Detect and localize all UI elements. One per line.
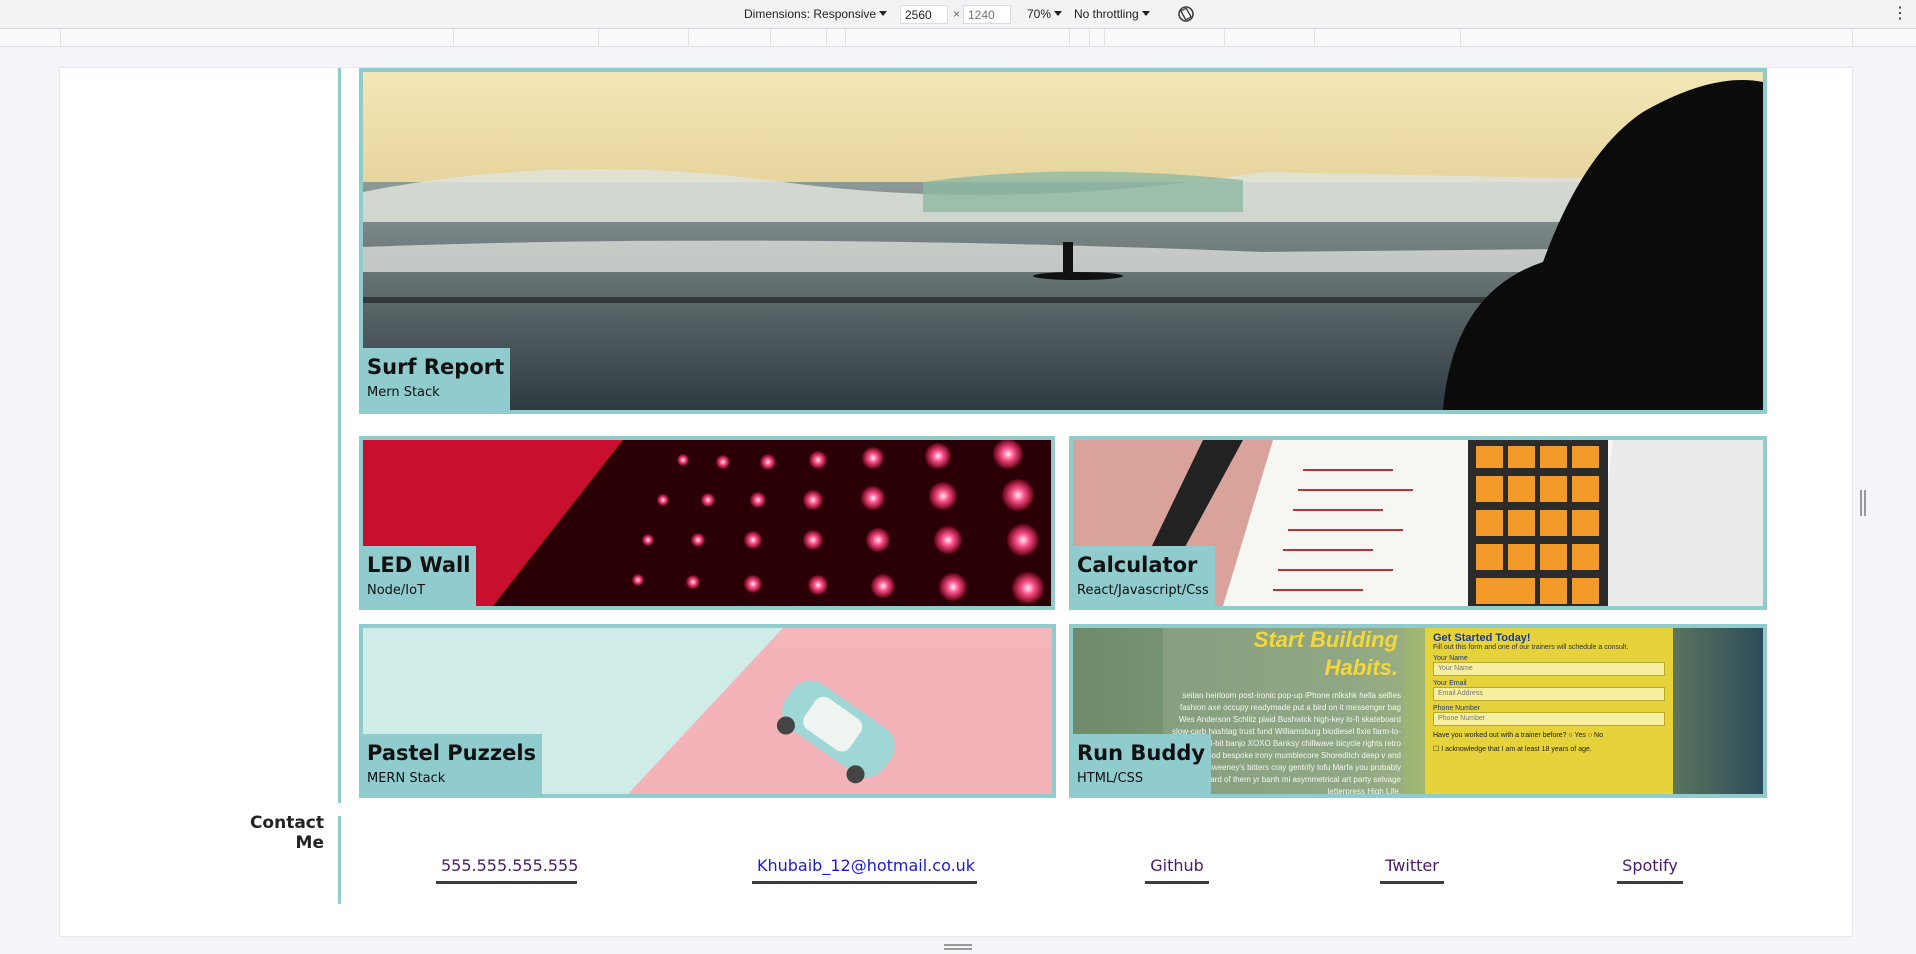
throttling-dropdown[interactable]: No throttling [1074, 7, 1150, 21]
dimensions-dropdown[interactable]: Dimensions: Responsive [744, 7, 888, 21]
rotate-icon[interactable] [1176, 4, 1196, 27]
project-card-led-wall[interactable]: LED Wall Node/IoT [359, 436, 1055, 610]
rb-form-sub: Fill out this form and one of our traine… [1433, 644, 1629, 651]
project-title: Surf Report [367, 355, 505, 379]
rb-question: Have you worked out with a trainer befor… [1433, 732, 1603, 739]
project-title: Pastel Puzzels [367, 741, 537, 765]
height-input[interactable] [963, 5, 1011, 24]
surf-image [363, 72, 1763, 410]
project-title: Calculator [1077, 553, 1198, 577]
right-resize-handle[interactable] [1860, 490, 1866, 516]
project-title: LED Wall [367, 553, 471, 577]
project-label: Run Buddy HTML/CSS [1073, 734, 1212, 794]
times-sign: × [953, 7, 961, 21]
zoom-label: 70% [1027, 7, 1052, 21]
throttling-label: No throttling [1074, 7, 1139, 21]
project-label: Calculator React/Javascript/Css [1073, 546, 1215, 606]
page-viewport: Surf Report Node/IoT Mern Stack LED Wall… [60, 68, 1852, 936]
rb-name-field: Your Name [1433, 662, 1665, 676]
rb-email-field: Email Address [1433, 687, 1665, 701]
project-stack: Node/IoT [367, 583, 426, 598]
rb-headline-1: Start Building [1253, 627, 1398, 652]
zoom-dropdown[interactable]: 70% [1027, 7, 1063, 21]
project-card-pastel-puzzels[interactable]: Pastel Puzzels MERN Stack [359, 624, 1056, 798]
project-stack: MERN Stack [367, 771, 446, 786]
width-input[interactable] [900, 5, 948, 24]
project-stack: HTML/CSS [1077, 771, 1144, 786]
rb-headline-2: Habits. [1324, 655, 1398, 680]
project-label: Pastel Puzzels MERN Stack [363, 734, 543, 794]
rb-name-label: Your Name [1433, 655, 1468, 662]
rb-ack: ☐ I acknowledge that I am at least 18 ye… [1433, 746, 1592, 753]
chevron-down-icon [1054, 11, 1063, 16]
more-vertical-icon[interactable]: ⋮ [1892, 3, 1908, 23]
project-label: Surf Report Node/IoT Mern Stack [363, 348, 511, 410]
section-divider [338, 68, 341, 803]
chevron-down-icon [879, 11, 888, 16]
contact-email-link[interactable]: Khubaib_12@hotmail.co.uk [752, 856, 977, 884]
project-card-calculator[interactable]: Calculator React/Javascript/Css [1069, 436, 1767, 610]
rb-form-title: Get Started Today! [1433, 632, 1531, 644]
contact-github-link[interactable]: Github [1145, 856, 1209, 884]
rb-phone-label: Phone Number [1433, 705, 1481, 712]
rb-phone-field: Phone Number [1433, 712, 1665, 726]
project-title: Run Buddy [1077, 741, 1206, 765]
dimensions-label: Dimensions: Responsive [744, 7, 877, 21]
project-stack: Mern Stack [367, 385, 440, 400]
contact-phone-link[interactable]: 555.555.555.555 [436, 856, 578, 884]
project-card-surf-report[interactable]: Surf Report Node/IoT Mern Stack [359, 68, 1767, 414]
contact-title: Contact Me [249, 813, 324, 853]
media-query-ruler [0, 29, 1916, 47]
contact-spotify-link[interactable]: Spotify [1617, 856, 1683, 884]
contact-twitter-link[interactable]: Twitter [1380, 856, 1444, 884]
project-card-run-buddy[interactable]: Start Building Habits. seitan heirloom p… [1069, 624, 1767, 798]
project-label: LED Wall Node/IoT [363, 546, 477, 606]
project-stack: React/Javascript/Css [1077, 583, 1209, 598]
device-toolbar: Dimensions: Responsive × 70% No throttli… [0, 0, 1916, 29]
contact-divider [338, 816, 341, 904]
chevron-down-icon [1141, 11, 1150, 16]
bottom-resize-handle[interactable] [944, 944, 972, 950]
rb-email-label: Your Email [1433, 680, 1467, 687]
